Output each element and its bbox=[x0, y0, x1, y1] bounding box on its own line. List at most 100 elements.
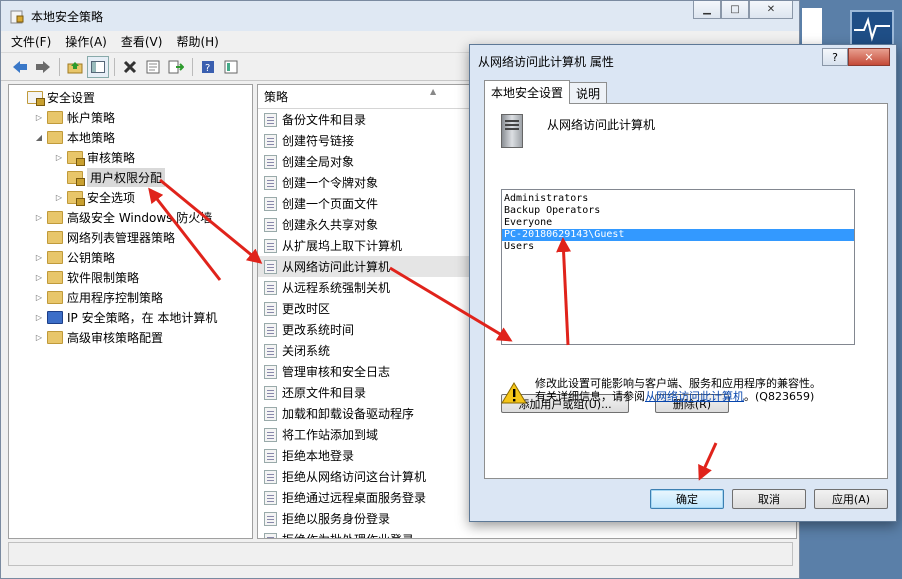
policy-document-icon bbox=[264, 322, 277, 337]
up-level-button[interactable] bbox=[64, 56, 86, 78]
window-title: 本地安全策略 bbox=[31, 9, 104, 24]
policy-label: 拒绝本地登录 bbox=[282, 449, 355, 463]
expanded-arrow-icon[interactable]: ◢ bbox=[33, 133, 45, 142]
account-item[interactable]: Users bbox=[502, 241, 854, 253]
tree-item[interactable]: ▷ 软件限制策略 bbox=[9, 267, 252, 287]
pulse-graph-icon bbox=[854, 16, 890, 42]
policy-label: 拒绝通过远程桌面服务登录 bbox=[282, 491, 427, 505]
tree-item[interactable]: ▷ 帐户策略 bbox=[9, 107, 252, 127]
console-view-icon bbox=[224, 60, 238, 73]
menu-file[interactable]: 文件(F) bbox=[11, 33, 51, 50]
export-list-icon bbox=[168, 60, 184, 73]
menu-action[interactable]: 操作(A) bbox=[65, 33, 107, 50]
toolbar-separator bbox=[192, 57, 193, 76]
export-list-button[interactable] bbox=[165, 56, 187, 78]
policy-document-icon bbox=[264, 406, 277, 421]
svg-text:?: ? bbox=[205, 63, 210, 74]
policy-document-icon bbox=[264, 217, 277, 232]
policy-label: 备份文件和目录 bbox=[282, 113, 367, 127]
ok-button[interactable]: 确定 bbox=[650, 489, 724, 509]
help-book-icon: ? bbox=[202, 60, 214, 74]
dialog-tabs: 本地安全设置 说明 bbox=[484, 80, 608, 104]
folder-icon bbox=[47, 270, 63, 284]
close-button[interactable]: ✕ bbox=[749, 1, 793, 19]
tree-item[interactable]: ▷ 公钥策略 bbox=[9, 247, 252, 267]
policy-document-icon bbox=[264, 469, 277, 484]
tree-item-label: 应用程序控制策略 bbox=[67, 290, 164, 305]
expand-arrow-icon[interactable]: ▷ bbox=[33, 253, 45, 262]
tree-item[interactable]: ▷ 高级安全 Windows 防火墙 bbox=[9, 207, 252, 227]
tree-item[interactable]: 网络列表管理器策略 bbox=[9, 227, 252, 247]
tree-item[interactable]: 安全设置 bbox=[9, 87, 252, 107]
folder-icon bbox=[67, 170, 85, 186]
folder-up-icon bbox=[67, 61, 83, 73]
account-item[interactable]: PC-20180629143\Guest bbox=[502, 229, 854, 241]
tab-local-security-setting[interactable]: 本地安全设置 bbox=[484, 80, 571, 104]
tree-item-label: 帐户策略 bbox=[67, 110, 116, 125]
expand-arrow-icon[interactable]: ▷ bbox=[33, 333, 45, 342]
show-hide-tree-button[interactable] bbox=[87, 55, 109, 78]
policy-label: 创建永久共享对象 bbox=[282, 218, 379, 232]
dialog-title: 从网络访问此计算机 属性 bbox=[478, 54, 614, 69]
expand-arrow-icon[interactable]: ▷ bbox=[33, 273, 45, 282]
policy-document-icon bbox=[264, 343, 277, 358]
expand-arrow-icon[interactable]: ▷ bbox=[53, 193, 65, 202]
policy-document-icon bbox=[264, 133, 277, 148]
console-view-button[interactable] bbox=[220, 56, 242, 78]
server-computer-icon bbox=[501, 114, 523, 148]
dialog-close-button[interactable]: ✕ bbox=[848, 48, 890, 66]
tab-explain[interactable]: 说明 bbox=[569, 82, 608, 104]
expand-arrow-icon[interactable]: ▷ bbox=[33, 113, 45, 122]
policy-label: 关闭系统 bbox=[282, 344, 331, 358]
column-header-label: 策略 bbox=[264, 90, 289, 104]
tab-panel: 从网络访问此计算机 Administrators Backup Operators… bbox=[484, 103, 888, 479]
tree-item[interactable]: ▷ 审核策略 bbox=[9, 147, 252, 167]
policy-document-icon bbox=[264, 427, 277, 442]
dialog-help-button[interactable]: ? bbox=[822, 48, 848, 66]
tree-item[interactable]: 用户权限分配 bbox=[9, 167, 252, 187]
cancel-button[interactable]: 取消 bbox=[732, 489, 806, 509]
tree-item[interactable]: ◢ 本地策略 bbox=[9, 127, 252, 147]
security-policy-app-icon bbox=[10, 10, 24, 24]
policy-row[interactable]: 拒绝作为批处理作业登录 bbox=[258, 529, 796, 538]
expand-arrow-icon[interactable]: ▷ bbox=[33, 313, 45, 322]
accounts-listbox[interactable]: Administrators Backup Operators Everyone PC… bbox=[501, 189, 855, 345]
toolbar-separator bbox=[114, 57, 115, 76]
policy-document-icon bbox=[264, 196, 277, 211]
expand-arrow-icon[interactable]: ▷ bbox=[33, 293, 45, 302]
tree-item[interactable]: ▷ IP 安全策略，在 本地计算机 bbox=[9, 307, 252, 327]
account-item[interactable]: Everyone bbox=[502, 217, 854, 229]
help-button[interactable]: ? bbox=[197, 56, 219, 78]
tree-item[interactable]: ▷ 高级审核策略配置 bbox=[9, 327, 252, 347]
policy-label: 创建一个页面文件 bbox=[282, 197, 379, 211]
menu-view[interactable]: 查看(V) bbox=[121, 33, 163, 50]
tree-item-label: 用户权限分配 bbox=[87, 167, 166, 187]
tree-item-label: 审核策略 bbox=[87, 150, 136, 165]
account-item[interactable]: Backup Operators bbox=[502, 205, 854, 217]
ipsec-icon bbox=[47, 310, 63, 324]
policy-label: 更改系统时间 bbox=[282, 323, 355, 337]
expand-arrow-icon[interactable]: ▷ bbox=[33, 213, 45, 222]
forward-button[interactable] bbox=[32, 56, 54, 78]
folder-icon bbox=[47, 210, 63, 224]
desktop-shortcut-icon[interactable] bbox=[802, 8, 822, 46]
delete-button[interactable] bbox=[119, 56, 141, 78]
policy-label: 还原文件和目录 bbox=[282, 386, 367, 400]
maximize-button[interactable]: □ bbox=[721, 1, 749, 19]
tree-item[interactable]: ▷ 安全选项 bbox=[9, 187, 252, 207]
expand-arrow-icon[interactable]: ▷ bbox=[53, 153, 65, 162]
minimize-button[interactable]: ▁ bbox=[693, 1, 721, 19]
back-button[interactable] bbox=[9, 56, 31, 78]
status-bar bbox=[8, 542, 793, 566]
help-link[interactable]: 从网络访问此计算机 bbox=[645, 390, 744, 403]
warning-line-1: 修改此设置可能影响与客户端、服务和应用程序的兼容性。 bbox=[535, 377, 821, 390]
apply-button[interactable]: 应用(A) bbox=[814, 489, 888, 509]
tree-pane-icon bbox=[91, 60, 105, 73]
policy-label: 管理审核和安全日志 bbox=[282, 365, 391, 379]
tree-item[interactable]: ▷ 应用程序控制策略 bbox=[9, 287, 252, 307]
properties-button[interactable] bbox=[142, 56, 164, 78]
menu-help[interactable]: 帮助(H) bbox=[176, 33, 218, 50]
desktop-monitor-icon[interactable] bbox=[850, 10, 894, 46]
account-item[interactable]: Administrators bbox=[502, 193, 854, 205]
tree-item-label: 本地策略 bbox=[67, 130, 116, 145]
